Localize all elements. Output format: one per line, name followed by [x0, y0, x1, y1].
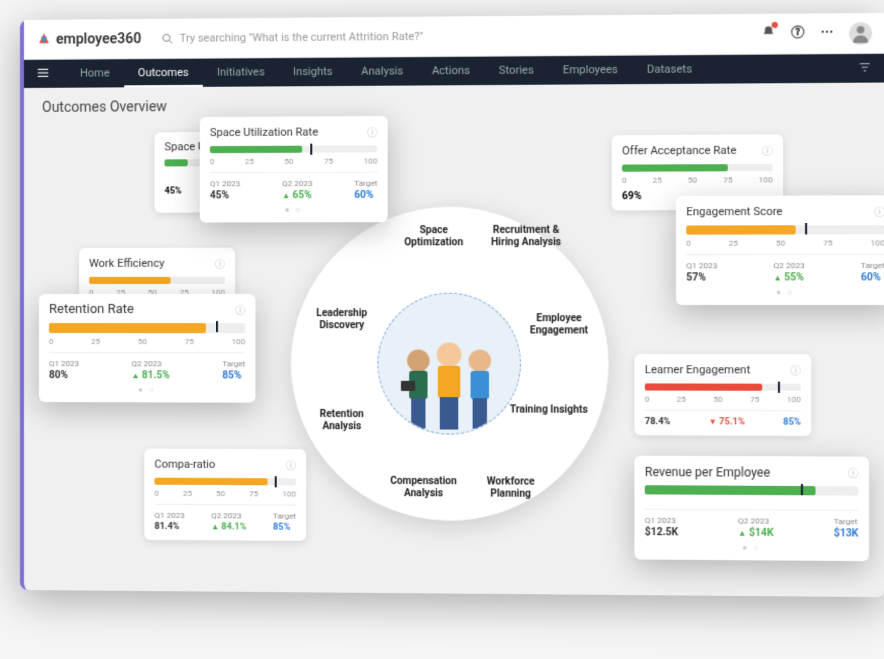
nav-stories[interactable]: Stories [484, 57, 548, 85]
nav-insights[interactable]: Insights [279, 58, 347, 86]
card-pager[interactable]: ● ○ [210, 205, 378, 215]
hamburger-icon[interactable] [36, 65, 50, 82]
wheel-workforce[interactable]: Workforce Planning [470, 476, 552, 501]
topbar: eemployee360mployee360 Try searching "Wh… [24, 13, 884, 60]
wheel-leadership[interactable]: Leadership Discovery [301, 308, 382, 332]
card-compa-ratio[interactable]: Compa-ratioⓘ 0255075100 Q1 202381.4% Q2 … [144, 449, 306, 541]
info-icon[interactable]: ⓘ [762, 143, 772, 158]
help-icon[interactable]: ? [790, 24, 805, 44]
brand-name: eemployee360mployee360 [56, 31, 141, 48]
info-icon[interactable]: ⓘ [235, 302, 245, 317]
card-pager[interactable]: ● ○ [49, 385, 245, 395]
nav-analysis[interactable]: Analysis [347, 58, 418, 86]
wheel-illustration [377, 293, 520, 435]
brand-logo[interactable]: eemployee360mployee360 [36, 31, 141, 48]
card-title: Compa-ratio [154, 458, 215, 471]
card-title: Work Efficiency [89, 257, 164, 270]
card-title: Engagement Score [686, 205, 782, 219]
info-icon[interactable]: ⓘ [367, 124, 377, 139]
info-icon[interactable]: ⓘ [790, 362, 800, 377]
nav-datasets[interactable]: Datasets [632, 56, 706, 84]
wheel-recruitment[interactable]: Recruitment & Hiring Analysis [485, 225, 567, 250]
card-retention-rate[interactable]: Retention Rateⓘ 0255075100 Q1 202380% Q2… [39, 294, 255, 403]
filter-icon[interactable] [857, 60, 872, 78]
nav-employees[interactable]: Employees [548, 56, 632, 84]
dashboard-canvas: Space Optimization Recruitment & Hiring … [24, 124, 884, 606]
card-pager[interactable]: ● ○ [645, 542, 859, 553]
card-title: Offer Acceptance Rate [622, 144, 736, 158]
card-title: Learner Engagement [645, 363, 750, 376]
nav-initiatives[interactable]: Initiatives [203, 59, 279, 87]
search-placeholder: Try searching "What is the current Attri… [180, 30, 424, 45]
card-title: Revenue per Employee [645, 464, 770, 479]
info-icon[interactable]: ⓘ [848, 465, 858, 480]
notification-badge [772, 22, 778, 28]
page-title: Outcomes Overview [24, 83, 884, 128]
notifications-icon[interactable] [761, 24, 776, 44]
topbar-actions: ? [761, 22, 872, 45]
user-avatar[interactable] [849, 22, 872, 45]
info-icon[interactable]: ⓘ [215, 256, 225, 271]
card-title: Retention Rate [49, 302, 134, 317]
wheel-engagement[interactable]: Employee Engagement [518, 313, 600, 337]
card-space-utilization[interactable]: Space Utilization Rateⓘ 0255075100 Q1 20… [200, 116, 388, 223]
logo-icon [36, 31, 52, 47]
svg-text:?: ? [796, 27, 800, 37]
wheel-training[interactable]: Training Insights [508, 404, 590, 416]
nav-actions[interactable]: Actions [417, 57, 484, 85]
info-icon[interactable]: ⓘ [286, 457, 296, 472]
card-title: Space Utilization Rate [210, 125, 318, 139]
card-revenue-per-employee[interactable]: Revenue per Employeeⓘ Q1 2023$12.5K Q2 2… [634, 456, 869, 562]
nav-tabs: Home Outcomes Initiatives Insights Analy… [66, 56, 707, 88]
search-icon [161, 32, 173, 44]
wheel-space-optimization[interactable]: Space Optimization [393, 225, 475, 249]
card-engagement-score[interactable]: Engagement Scoreⓘ 0255075100 Q1 202357% … [676, 195, 884, 305]
nav-home[interactable]: Home [66, 60, 124, 87]
card-pager[interactable]: ● ○ [686, 288, 884, 297]
info-icon[interactable]: ⓘ [874, 204, 884, 219]
card-learner-engagement[interactable]: Learner Engagementⓘ 0255075100 78.4% ▼ 7… [634, 354, 811, 436]
nav-outcomes[interactable]: Outcomes [124, 59, 203, 87]
wheel-compensation[interactable]: Compensation Analysis [383, 476, 465, 501]
more-icon[interactable] [820, 23, 835, 43]
app-window: eemployee360mployee360 Try searching "Wh… [20, 13, 884, 597]
outcomes-wheel: Space Optimization Recruitment & Hiring … [291, 206, 609, 521]
wheel-retention[interactable]: Retention Analysis [301, 409, 382, 433]
search-bar[interactable]: Try searching "What is the current Attri… [161, 27, 761, 45]
